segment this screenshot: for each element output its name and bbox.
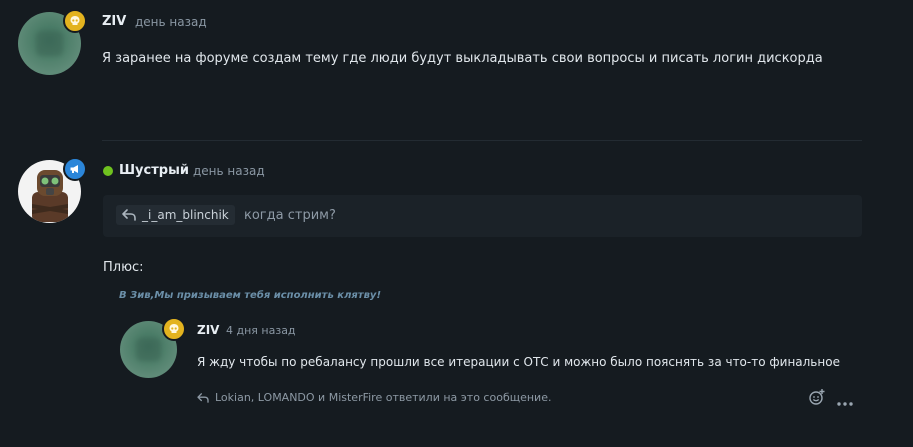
reply-arrow-icon [122, 209, 136, 221]
post-time[interactable]: день назад [135, 15, 207, 29]
post-message: Я заранее на форуме создам тему где люди… [102, 51, 823, 66]
reply-username: _i_am_blinchik [142, 208, 229, 222]
replies-text: Lokian, LOMANDO и MisterFire ответили на… [215, 391, 552, 404]
post-divider [102, 140, 862, 141]
embedded-username[interactable]: ZIV [197, 323, 219, 337]
add-reaction-icon[interactable] [808, 388, 826, 406]
reply-user-chip[interactable]: _i_am_blinchik [116, 205, 235, 225]
post-username[interactable]: Шустрый [119, 163, 189, 178]
post-time[interactable]: день назад [193, 164, 265, 178]
skull-icon [162, 317, 186, 341]
more-options-icon[interactable] [836, 393, 854, 406]
online-dot-icon [103, 166, 113, 176]
reply-arrow-icon [197, 392, 209, 403]
replies-summary[interactable]: Lokian, LOMANDO и MisterFire ответили на… [197, 391, 551, 404]
embedded-time[interactable]: 4 дня назад [226, 324, 296, 337]
embedded-message: Я жду чтобы по ребалансу прошли все итер… [197, 355, 840, 369]
post-username[interactable]: ZIV [102, 14, 126, 29]
reply-reference[interactable]: _i_am_blinchik когда стрим? [103, 195, 862, 237]
post-message: Плюс: [103, 260, 144, 275]
skull-icon [63, 9, 87, 33]
oath-text: В Зив,Мы призываем тебя исполнить клятву… [119, 290, 382, 301]
megaphone-icon [63, 157, 87, 181]
reply-snippet: когда стрим? [244, 208, 336, 223]
